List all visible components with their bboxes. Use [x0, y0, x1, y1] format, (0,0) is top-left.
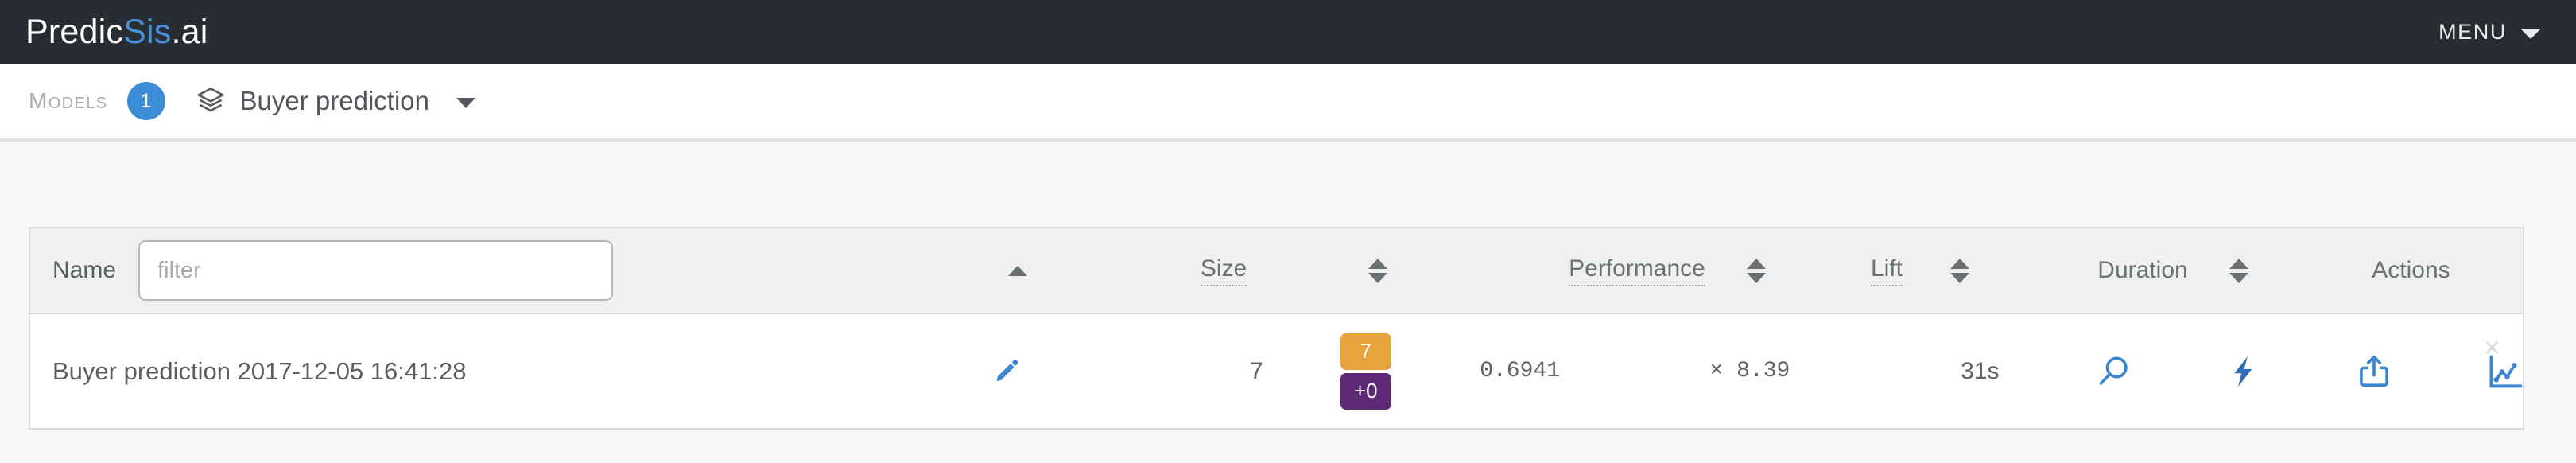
header-duration-label: Duration — [2097, 257, 2187, 284]
badge-primary: 7 — [1340, 333, 1391, 370]
sort-ascending-icon — [1008, 266, 1027, 276]
row-size-cell: 7 — [1186, 358, 1327, 385]
name-filter-label: Name — [52, 257, 116, 284]
sort-performance-button[interactable] — [1747, 259, 1766, 283]
header-duration: Duration — [2046, 257, 2299, 284]
close-icon[interactable]: × — [2484, 333, 2500, 362]
row-performance-cell: 0.6941 — [1405, 359, 1635, 383]
duration-value: 31s — [1961, 358, 1999, 385]
row-lift-cell: × 8.39 — [1635, 359, 1864, 383]
header-performance: Performance — [1541, 255, 1794, 286]
model-name-label: Buyer prediction 2017-12-05 16:41:28 — [52, 357, 466, 386]
row-badges-cell: 7 +0 — [1327, 333, 1405, 410]
menu-label: MENU — [2438, 20, 2507, 45]
chevron-down-icon — [2520, 29, 2541, 39]
secondary-nav-bar: Models 1 Buyer prediction — [0, 64, 2576, 142]
dataset-name-label: Buyer prediction — [240, 86, 429, 116]
header-actions: Actions — [2299, 257, 2523, 284]
lightning-icon — [2225, 353, 2262, 390]
inspect-model-button[interactable] — [2095, 353, 2132, 390]
chevron-down-icon — [456, 98, 475, 108]
sort-lift-button[interactable] — [1950, 259, 1969, 283]
top-header-bar: PredicSis.ai MENU — [0, 0, 2576, 64]
header-actions-label: Actions — [2372, 257, 2450, 284]
dataset-selector[interactable]: Buyer prediction — [196, 86, 475, 116]
predict-button[interactable] — [2225, 353, 2262, 390]
brand-accent: Sis — [123, 13, 171, 51]
header-lift-label: Lift — [1871, 255, 1903, 286]
sort-updown-icon — [1368, 259, 1387, 283]
row-duration-cell: 31s — [1865, 358, 2095, 385]
brand-logo[interactable]: PredicSis.ai — [25, 13, 208, 52]
magnifier-icon — [2095, 353, 2132, 390]
models-count-badge[interactable]: 1 — [127, 82, 165, 120]
header-size: Size — [1146, 255, 1301, 286]
models-table-panel: Name Size Performance Lift — [29, 227, 2524, 430]
header-size-label: Size — [1201, 255, 1247, 286]
name-filter-input[interactable] — [138, 240, 613, 301]
header-lift: Lift — [1794, 255, 2046, 286]
lift-value: × 8.39 — [1710, 359, 1790, 383]
sort-duration-button[interactable] — [2229, 259, 2248, 283]
edit-model-button[interactable] — [968, 357, 1046, 386]
table-row[interactable]: Buyer prediction 2017-12-05 16:41:28 7 7… — [30, 314, 2523, 428]
filter-cell: Name — [30, 240, 975, 301]
header-performance-label: Performance — [1569, 255, 1705, 286]
brand-prefix: Predic — [25, 13, 123, 51]
row-actions-cell — [2095, 353, 2523, 390]
pencil-icon — [992, 357, 1021, 386]
badge-stack: 7 +0 — [1340, 333, 1391, 410]
sort-size-button[interactable] — [1301, 259, 1455, 283]
action-button-group — [2095, 353, 2523, 390]
performance-value: 0.6941 — [1480, 359, 1560, 383]
layers-icon — [196, 86, 226, 116]
badge-secondary: +0 — [1340, 373, 1391, 410]
export-button[interactable] — [2356, 353, 2392, 390]
row-name-cell: Buyer prediction 2017-12-05 16:41:28 — [30, 357, 890, 386]
size-value: 7 — [1250, 358, 1263, 385]
table-header-row: Name Size Performance Lift — [30, 228, 2523, 314]
brand-suffix: .ai — [171, 13, 208, 51]
nav-section-label: Models — [29, 88, 108, 114]
sort-name-button[interactable] — [975, 266, 1061, 276]
menu-button[interactable]: MENU — [2438, 20, 2541, 45]
share-upload-icon — [2356, 353, 2392, 390]
